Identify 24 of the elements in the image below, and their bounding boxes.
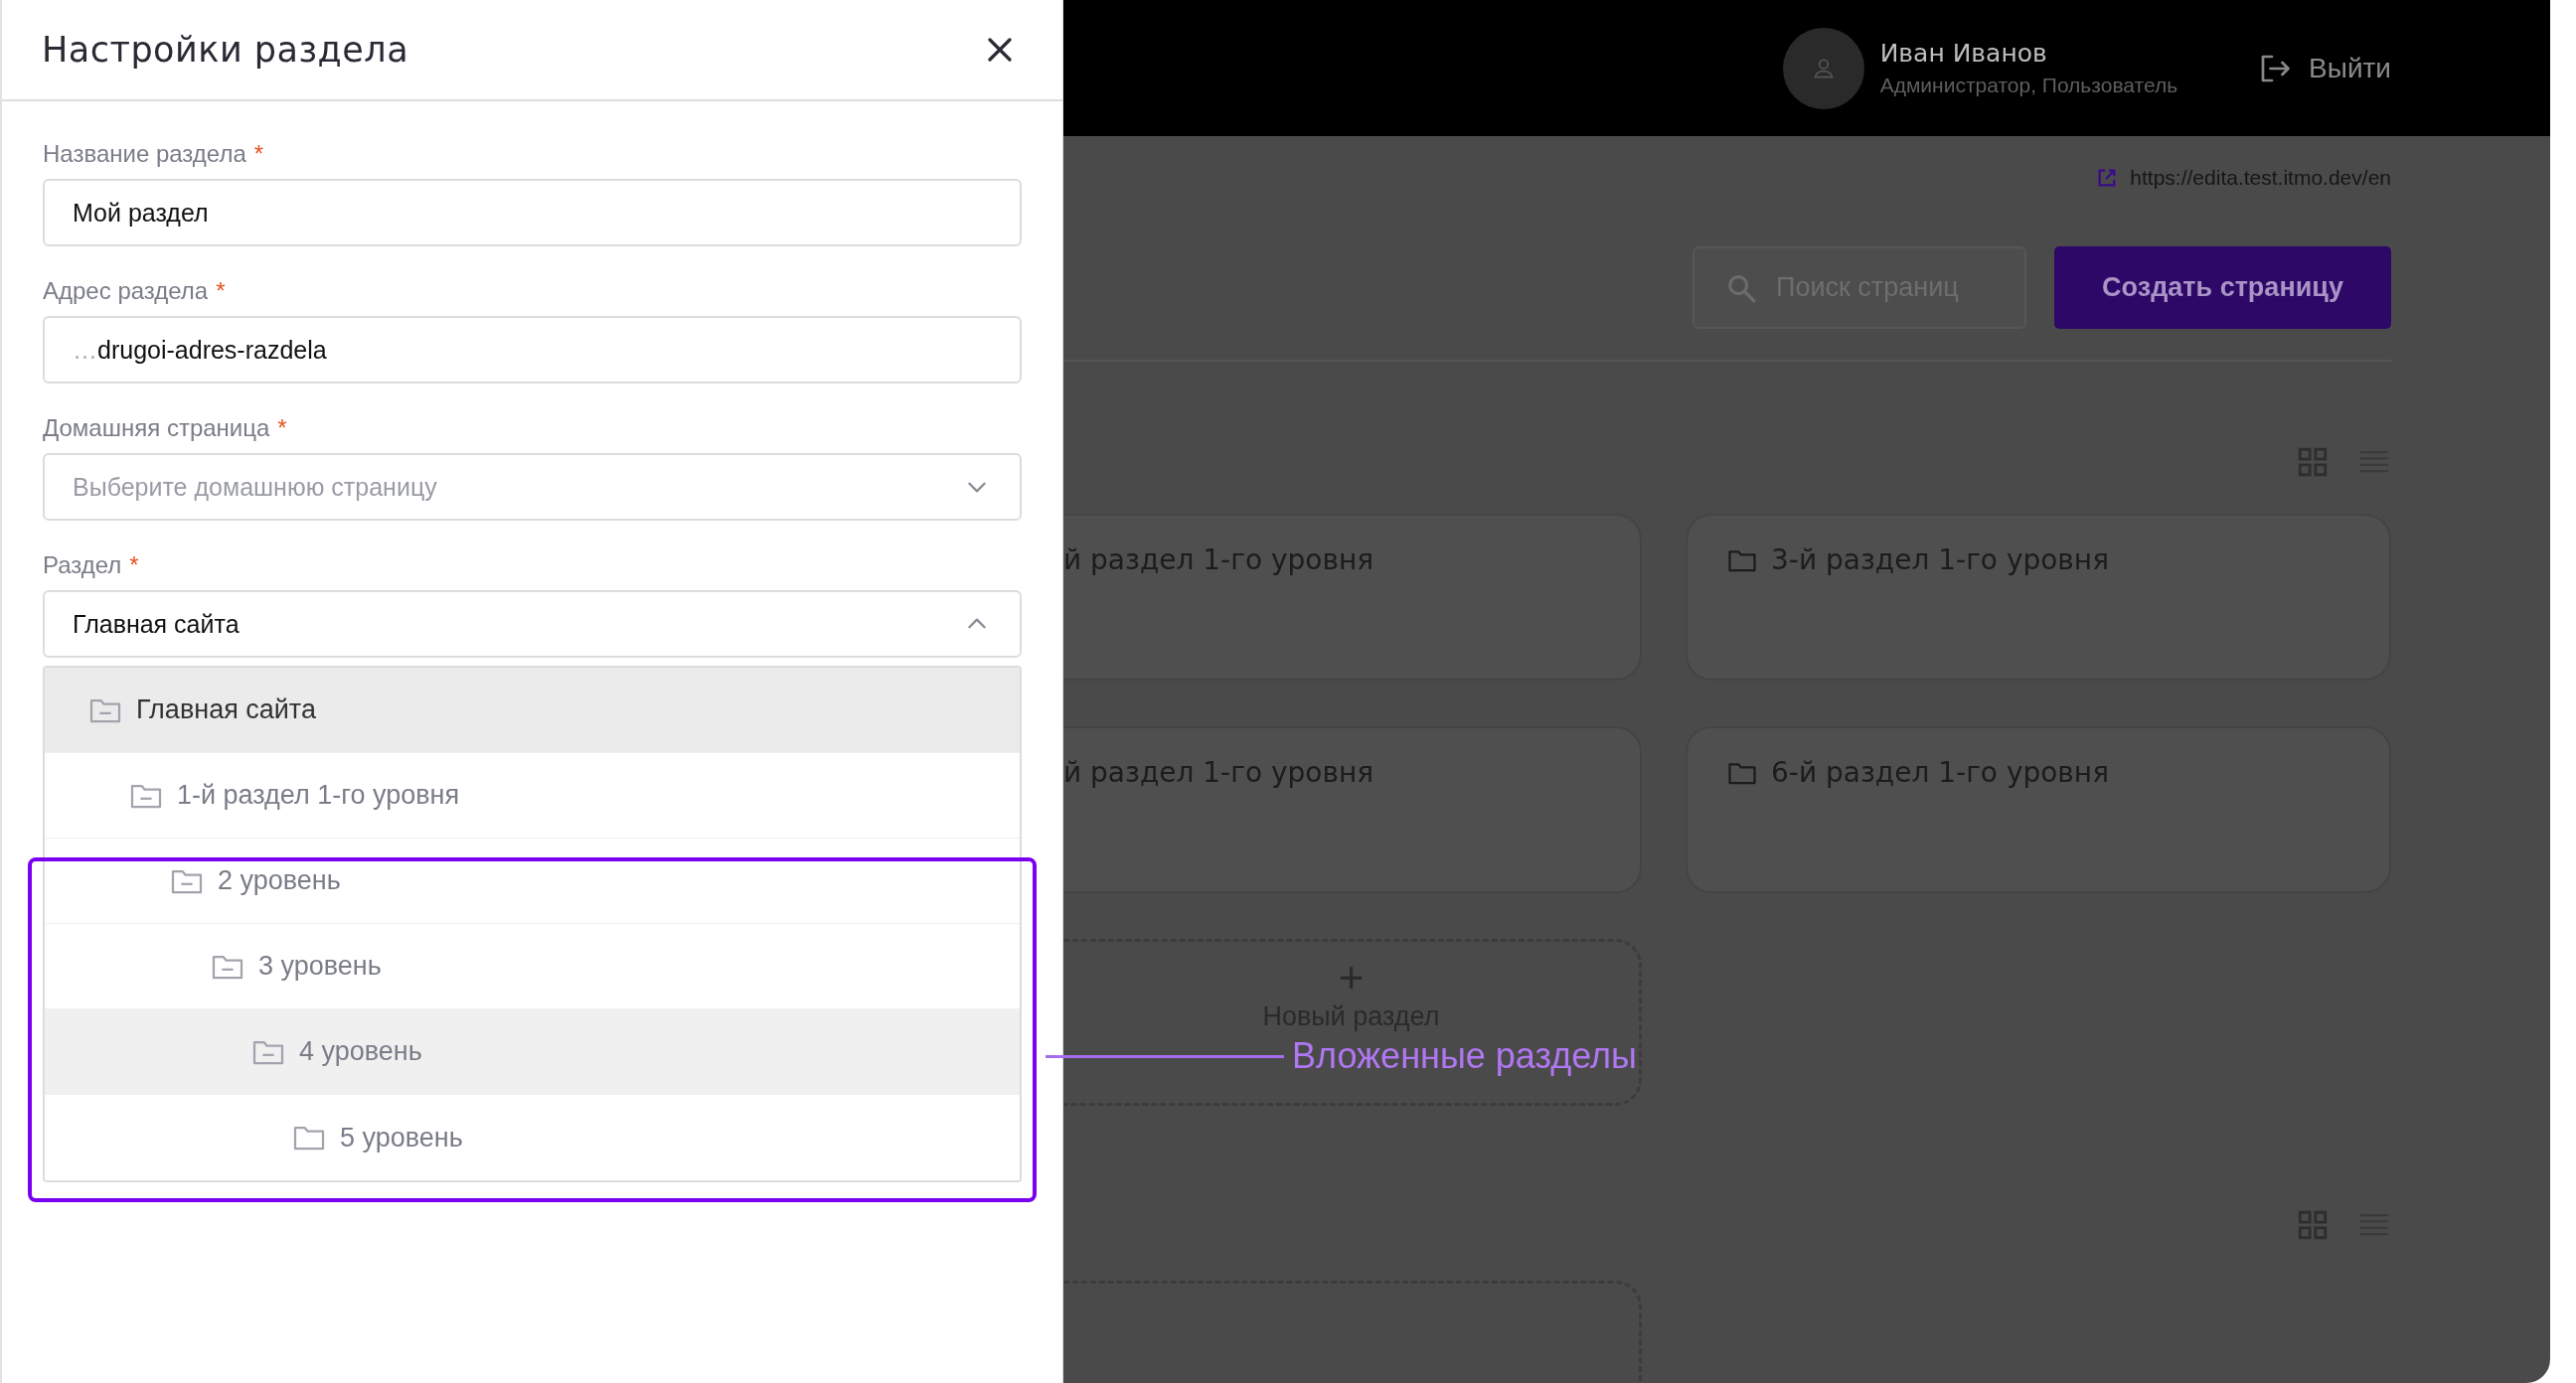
create-page-button[interactable]: Создать страницу [2054,246,2391,329]
input-field[interactable]: …drugoi-adres-razdela [43,316,1022,384]
logout-button[interactable]: Выйти [2257,50,2391,86]
tree-item[interactable]: Главная сайта [45,668,1020,753]
field-label: Название раздела [43,140,246,168]
required-mark: * [129,551,139,579]
field-label: Домашняя страница [43,414,270,442]
required-mark: * [216,277,226,305]
field-label: Раздел [43,551,122,579]
select-field[interactable]: Выберите домашнюю страницу [43,453,1022,521]
folder-icon [292,1124,326,1152]
plus-icon: + [1338,956,1365,999]
drawer-title: Настройки раздела [42,30,409,70]
select-field[interactable]: Главная сайта [43,590,1022,658]
tree-item[interactable]: 4 уровень [45,1009,1020,1095]
user-roles: Администратор, Пользователь [1879,74,2178,97]
user-name: Иван Иванов [1879,39,2048,68]
grid-view-icon[interactable] [2296,1208,2330,1242]
field-label: Адрес раздела [43,277,209,305]
annotation-label: Вложенные разделы [1292,1035,1637,1077]
grid-view-icon[interactable] [2296,445,2330,479]
required-mark: * [253,140,264,168]
input-field[interactable]: Мой раздел [43,179,1022,246]
required-mark: * [277,414,287,442]
